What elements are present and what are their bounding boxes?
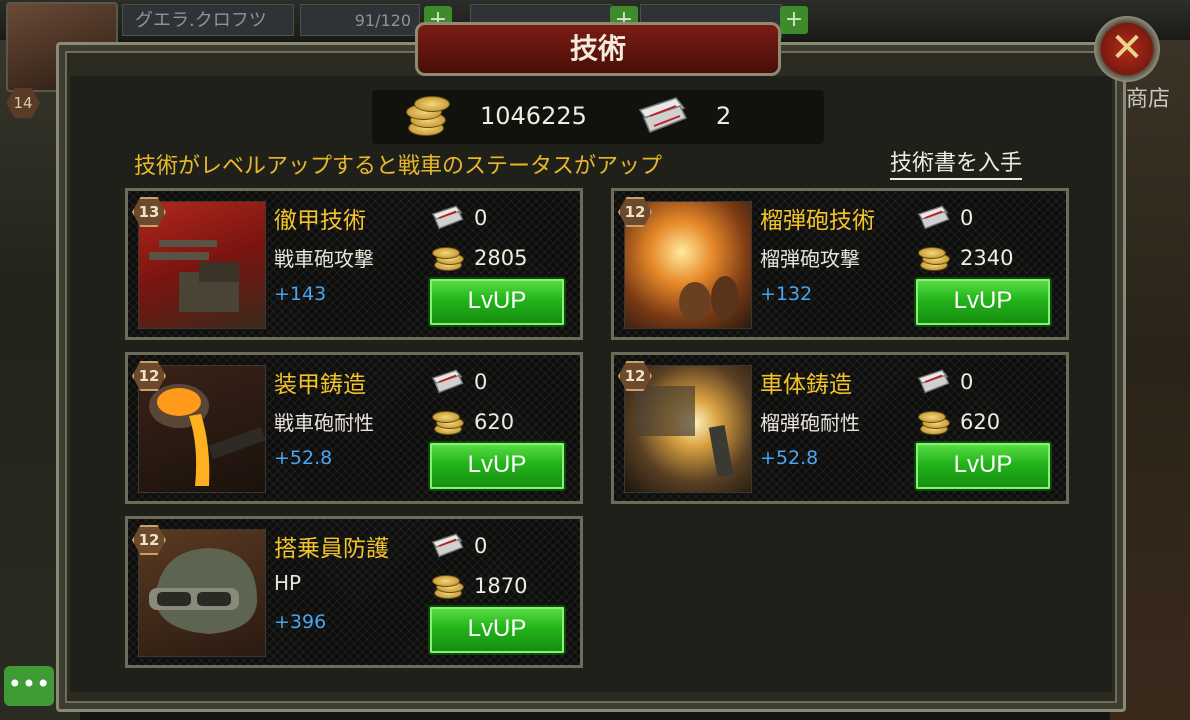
- gold-coin-icon: [916, 245, 950, 271]
- tech-card-armor-casting: 12 装甲鋳造 戦車砲耐性 +52.8 0 620 LvUP: [125, 352, 583, 504]
- tech-bonus: +396: [274, 611, 327, 633]
- fuel-counter: 91/120: [300, 4, 420, 36]
- tech-bonus: +132: [760, 283, 813, 305]
- gold-cost-value: 1870: [474, 574, 528, 598]
- book-cost-value: 0: [960, 370, 974, 394]
- tech-name: 搭乗員防護: [274, 536, 389, 562]
- tech-book-icon: [638, 97, 688, 133]
- gold-amount: 1046225: [480, 102, 587, 130]
- gold-cost-value: 620: [474, 410, 515, 434]
- gold-coin-icon: [430, 245, 464, 271]
- lvup-button[interactable]: LvUP: [914, 441, 1052, 491]
- book-cost-value: 0: [960, 206, 974, 230]
- gold-cost: 620: [430, 407, 570, 437]
- gold-coin-icon: [402, 96, 450, 136]
- resource-bar: 1046225 2: [372, 90, 824, 144]
- book-cost: 0: [916, 203, 1056, 233]
- gold-cost: 2340: [916, 243, 1056, 273]
- tech-name: 車体鋳造: [760, 372, 852, 398]
- tech-card-armor-piercing: 13 徹甲技術 戦車砲攻撃 +143 0 2805 LvUP: [125, 188, 583, 340]
- shop-label[interactable]: 商店: [1126, 80, 1190, 120]
- tech-book-icon: [431, 205, 464, 230]
- tech-name: 装甲鋳造: [274, 372, 366, 398]
- tech-book-icon: [917, 369, 950, 394]
- book-cost-value: 0: [474, 534, 488, 558]
- book-cost: 0: [430, 531, 570, 561]
- chat-button[interactable]: •••: [4, 666, 54, 706]
- book-cost: 0: [430, 203, 570, 233]
- close-icon: ✕: [1110, 25, 1144, 71]
- book-cost-value: 0: [474, 370, 488, 394]
- lvup-button[interactable]: LvUP: [428, 441, 566, 491]
- gold-coin-icon: [430, 573, 464, 599]
- tech-stat: HP: [274, 571, 302, 595]
- tech-bonus: +52.8: [274, 447, 333, 469]
- tech-card-howitzer: 12 榴弾砲技術 榴弾砲攻撃 +132 0 2340 LvUP: [611, 188, 1069, 340]
- tech-stat: 戦車砲攻撃: [274, 247, 374, 271]
- gold-cost: 1870: [430, 571, 570, 601]
- gold-cost-value: 2340: [960, 246, 1014, 270]
- gold-cost: 620: [916, 407, 1056, 437]
- tech-bonus: +143: [274, 283, 327, 305]
- get-tech-books-link[interactable]: 技術書を入手: [890, 150, 1023, 180]
- tech-bonus: +52.8: [760, 447, 819, 469]
- book-cost: 0: [430, 367, 570, 397]
- tech-name: 徹甲技術: [274, 208, 366, 234]
- tech-stat: 榴弾砲攻撃: [760, 247, 860, 271]
- window-title: 技術: [415, 22, 781, 76]
- gold-cost-value: 620: [960, 410, 1001, 434]
- gold-cost-value: 2805: [474, 246, 528, 270]
- tech-card-crew-protection: 12 搭乗員防護 HP +396 0 1870 LvUP: [125, 516, 583, 668]
- player-name: グエラ.クロフツ: [122, 4, 294, 36]
- tech-book-icon: [431, 533, 464, 558]
- lvup-button[interactable]: LvUP: [914, 277, 1052, 327]
- book-cost: 0: [916, 367, 1056, 397]
- book-cost-value: 0: [474, 206, 488, 230]
- tech-stat: 榴弾砲耐性: [760, 411, 860, 435]
- close-button[interactable]: ✕: [1094, 16, 1160, 82]
- tech-book-amount: 2: [716, 102, 732, 130]
- gold-coin-icon: [916, 409, 950, 435]
- tech-stat: 戦車砲耐性: [274, 411, 374, 435]
- gold-coin-icon: [430, 409, 464, 435]
- add-gem-button[interactable]: +: [780, 6, 808, 34]
- tech-card-hull-casting: 12 車体鋳造 榴弾砲耐性 +52.8 0 620 LvUP: [611, 352, 1069, 504]
- gold-cost: 2805: [430, 243, 570, 273]
- tech-book-icon: [917, 205, 950, 230]
- lvup-button[interactable]: LvUP: [428, 277, 566, 327]
- hint-text: 技術がレベルアップすると戦車のステータスがアップ: [134, 154, 663, 179]
- lvup-button[interactable]: LvUP: [428, 605, 566, 655]
- tech-name: 榴弾砲技術: [760, 208, 875, 234]
- tech-book-icon: [431, 369, 464, 394]
